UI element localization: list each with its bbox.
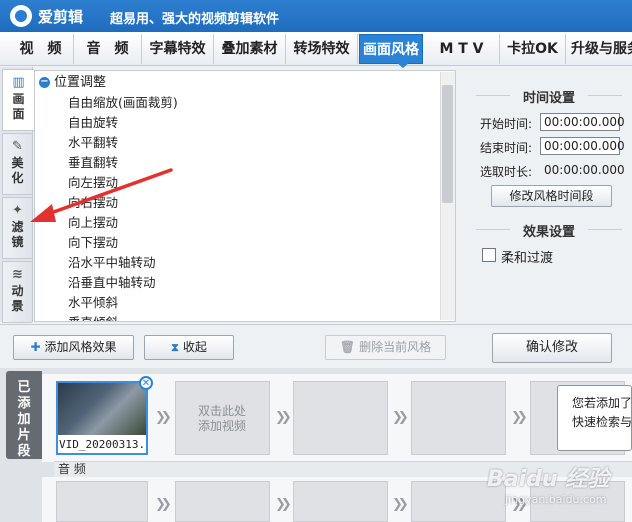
divider: [588, 95, 622, 96]
collapse-button[interactable]: ⧗ 收起: [144, 335, 234, 360]
active-tab-pointer: [396, 62, 410, 68]
add-video-hint: 双击此处 添加视频: [197, 404, 246, 433]
annotation-arrow-icon: [30, 168, 173, 222]
sparkle-wand-icon: ✦: [12, 203, 23, 218]
magic-wand-icon: ✎: [12, 139, 23, 154]
add-sparkle-icon: ✚: [30, 340, 41, 354]
chevron-right-icon: ❯❯: [275, 497, 292, 512]
collapse-minus-icon[interactable]: −: [39, 77, 50, 88]
list-item[interactable]: 垂直倾斜: [68, 313, 118, 321]
tab-upgrade-service[interactable]: 升级与服务: [566, 34, 632, 64]
list-item[interactable]: 沿水平中轴转动: [68, 253, 156, 273]
close-icon[interactable]: ✕: [139, 376, 153, 390]
tooltip: 您若添加了 快速检索与: [557, 385, 632, 451]
end-time-label: 结束时间:: [480, 141, 533, 155]
added-clips-tab[interactable]: 已添加片段: [6, 371, 42, 459]
delete-current-style-button[interactable]: 🗑 删除当前风格: [325, 335, 446, 360]
tab-transition-effects[interactable]: 转场特效: [286, 34, 358, 64]
tab-audio[interactable]: 音 频: [74, 34, 142, 64]
app-slogan: 超易用、强大的视频剪辑软件: [110, 12, 280, 27]
divider: [476, 229, 510, 230]
list-item[interactable]: 水平倾斜: [68, 293, 118, 313]
tab-karaoke[interactable]: 卡拉OK: [500, 34, 566, 64]
divider: [0, 324, 632, 325]
chevron-right-icon: ❯❯: [392, 497, 409, 512]
chevron-right-icon: ❯❯: [275, 410, 292, 425]
audio-slot[interactable]: [56, 481, 148, 522]
duration-label: 选取时长:: [480, 165, 533, 179]
list-item[interactable]: 自由旋转: [68, 113, 118, 133]
divider: [588, 229, 622, 230]
list-item[interactable]: 水平翻转: [68, 133, 118, 153]
confirm-modify-button[interactable]: 确认修改: [492, 333, 612, 363]
start-time-label: 开始时间:: [480, 117, 533, 131]
duration-value: 00:00:00.000: [544, 163, 625, 177]
wave-icon: ≋: [12, 267, 23, 282]
divider: [476, 95, 510, 96]
tab-video[interactable]: 视 频: [8, 34, 74, 64]
film-icon: ▥: [12, 75, 25, 90]
chevron-right-icon: ❯❯: [511, 410, 528, 425]
clip-label: VID_20200313...: [59, 438, 146, 451]
collapse-arrows-icon: ⧗: [171, 341, 179, 354]
chevron-right-icon: ❯❯: [392, 410, 409, 425]
chevron-right-icon: ❯❯: [155, 497, 172, 512]
empty-clip-slot[interactable]: [411, 381, 506, 455]
trash-icon: 🗑: [339, 340, 356, 354]
side-tab-picture[interactable]: ▥ 画面: [2, 69, 34, 131]
title-bar: [0, 0, 632, 32]
end-time-input[interactable]: 00:00:00.000: [540, 137, 625, 155]
tab-overlay-material[interactable]: 叠加素材: [214, 34, 286, 64]
baidu-jingyan-watermark: Baidu 经验 jingyan.baidu.com: [487, 467, 610, 506]
audio-slot[interactable]: [293, 481, 388, 522]
start-time-input[interactable]: 00:00:00.000: [540, 113, 625, 131]
list-group-header[interactable]: − 位置调整: [39, 74, 106, 92]
app-name: 爱剪辑: [38, 8, 84, 26]
audio-slot[interactable]: [175, 481, 270, 522]
chevron-right-icon: ❯❯: [155, 410, 172, 425]
list-scrollbar-thumb[interactable]: [442, 85, 453, 203]
main-tab-bar: 视 频 音 频 字幕特效 叠加素材 转场特效 画面风格 M T V 卡拉OK 升…: [0, 32, 632, 66]
side-tab-motion[interactable]: ≋ 动景: [2, 261, 32, 323]
time-settings-title: 时间设置: [522, 91, 575, 106]
list-item[interactable]: 沿垂直中轴转动: [68, 273, 156, 293]
tab-mtv[interactable]: M T V: [424, 34, 500, 64]
add-style-effect-button[interactable]: ✚ 添加风格效果: [13, 335, 134, 360]
tab-subtitle-effects[interactable]: 字幕特效: [142, 34, 214, 64]
effect-settings-title: 效果设置: [522, 225, 575, 240]
soft-transition-checkbox[interactable]: [482, 248, 496, 262]
empty-clip-slot[interactable]: [293, 381, 388, 455]
tab-picture-style[interactable]: 画面风格: [359, 34, 423, 64]
list-item[interactable]: 向下摆动: [68, 233, 118, 253]
soft-transition-label: 柔和过渡: [501, 251, 554, 266]
clip-thumbnail: [58, 383, 146, 435]
list-item[interactable]: 自由缩放(画面裁剪): [68, 93, 178, 113]
modify-style-time-button[interactable]: 修改风格时间段: [491, 185, 612, 207]
app-logo-icon: [10, 5, 32, 27]
